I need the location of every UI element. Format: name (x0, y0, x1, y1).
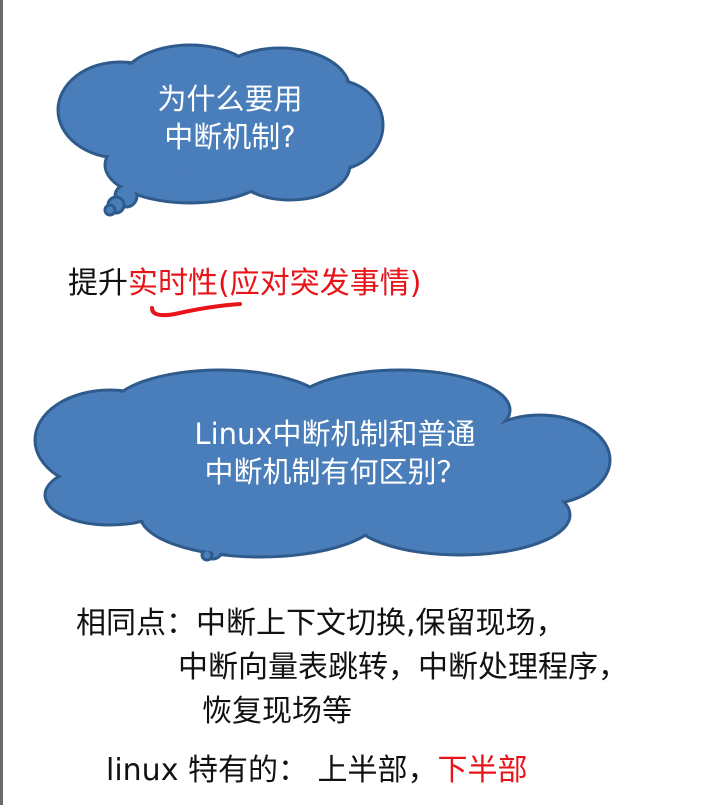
cloud-2-text: Linux中断机制和普通 中断机制有何区别？ (150, 415, 520, 491)
cloud-1-text: 为什么要用 中断机制? (130, 80, 330, 156)
answer-1-prefix: 提升 (68, 266, 128, 301)
answer-1-highlight: 实时性 (128, 266, 218, 301)
cloud-2-line-1: Linux中断机制和普通 (194, 417, 476, 451)
red-underline (150, 302, 242, 318)
cloud-1-line-1: 为什么要用 (157, 82, 303, 116)
answer-1-suffix: (应对突发事情) (218, 266, 422, 301)
linux-specific: linux 特有的： 上半部，下半部 (106, 745, 528, 789)
same-points-line-1: 相同点：中断上下文切换,保留现场， (76, 606, 566, 641)
linux-specific-prefix: linux 特有的： 上半部， (106, 753, 438, 788)
answer-1: 提升实时性(应对突发事情) (68, 258, 421, 302)
cloud-1-line-2: 中断机制? (164, 120, 296, 154)
linux-specific-highlight: 下半部 (437, 753, 528, 788)
cloud-2-line-2: 中断机制有何区别？ (204, 455, 466, 489)
same-points-line-3: 恢复现场等 (202, 694, 352, 729)
same-points-line-2: 中断向量表跳转，中断处理程序， (178, 650, 628, 685)
